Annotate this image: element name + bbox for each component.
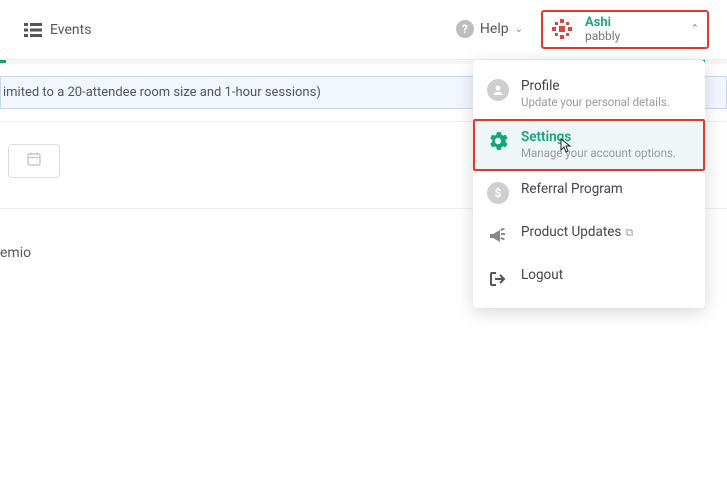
question-icon: ?	[456, 20, 474, 38]
date-picker[interactable]	[8, 144, 60, 178]
topbar: Events ? Help ⌄ Ashi	[0, 0, 727, 60]
external-link-icon: ⧉	[625, 226, 633, 239]
avatar	[549, 16, 575, 42]
help-label: Help	[480, 21, 509, 37]
user-org: pabbly	[585, 30, 620, 43]
user-menu-trigger[interactable]: Ashi pabbly ⌃	[541, 10, 709, 49]
user-texts: Ashi pabbly	[585, 16, 620, 43]
menu-title: Product Updates⧉	[521, 224, 633, 241]
menu-item-settings[interactable]: Settings Manage your account options.	[473, 119, 705, 170]
help-dropdown[interactable]: ? Help ⌄	[456, 20, 523, 38]
chevron-up-icon: ⌃	[691, 24, 699, 35]
gear-icon	[487, 130, 509, 152]
events-label: Events	[50, 22, 91, 38]
chevron-down-icon: ⌄	[515, 24, 523, 35]
menu-title: Logout	[521, 267, 563, 284]
menu-title: Profile	[521, 78, 670, 95]
megaphone-icon	[487, 225, 509, 247]
menu-subtitle: Manage your account options.	[521, 146, 676, 160]
menu-title: Referral Program	[521, 181, 623, 198]
dollar-icon: $	[487, 182, 509, 204]
user-menu: Profile Update your personal details. Se…	[473, 60, 705, 308]
user-name: Ashi	[585, 16, 620, 30]
person-icon	[487, 79, 509, 101]
calendar-icon	[26, 151, 42, 171]
menu-title: Settings	[521, 129, 676, 146]
menu-subtitle: Update your personal details.	[521, 95, 670, 109]
menu-item-referral[interactable]: $ Referral Program	[473, 171, 705, 214]
logout-icon	[487, 268, 509, 290]
topbar-right: ? Help ⌄ Ashi pabbly ⌃	[456, 10, 727, 49]
list-icon	[24, 23, 42, 37]
event-title: emio	[0, 245, 31, 261]
menu-item-logout[interactable]: Logout	[473, 257, 705, 300]
menu-item-profile[interactable]: Profile Update your personal details.	[473, 68, 705, 119]
events-nav[interactable]: Events	[24, 22, 91, 38]
menu-item-updates[interactable]: Product Updates⧉	[473, 214, 705, 257]
